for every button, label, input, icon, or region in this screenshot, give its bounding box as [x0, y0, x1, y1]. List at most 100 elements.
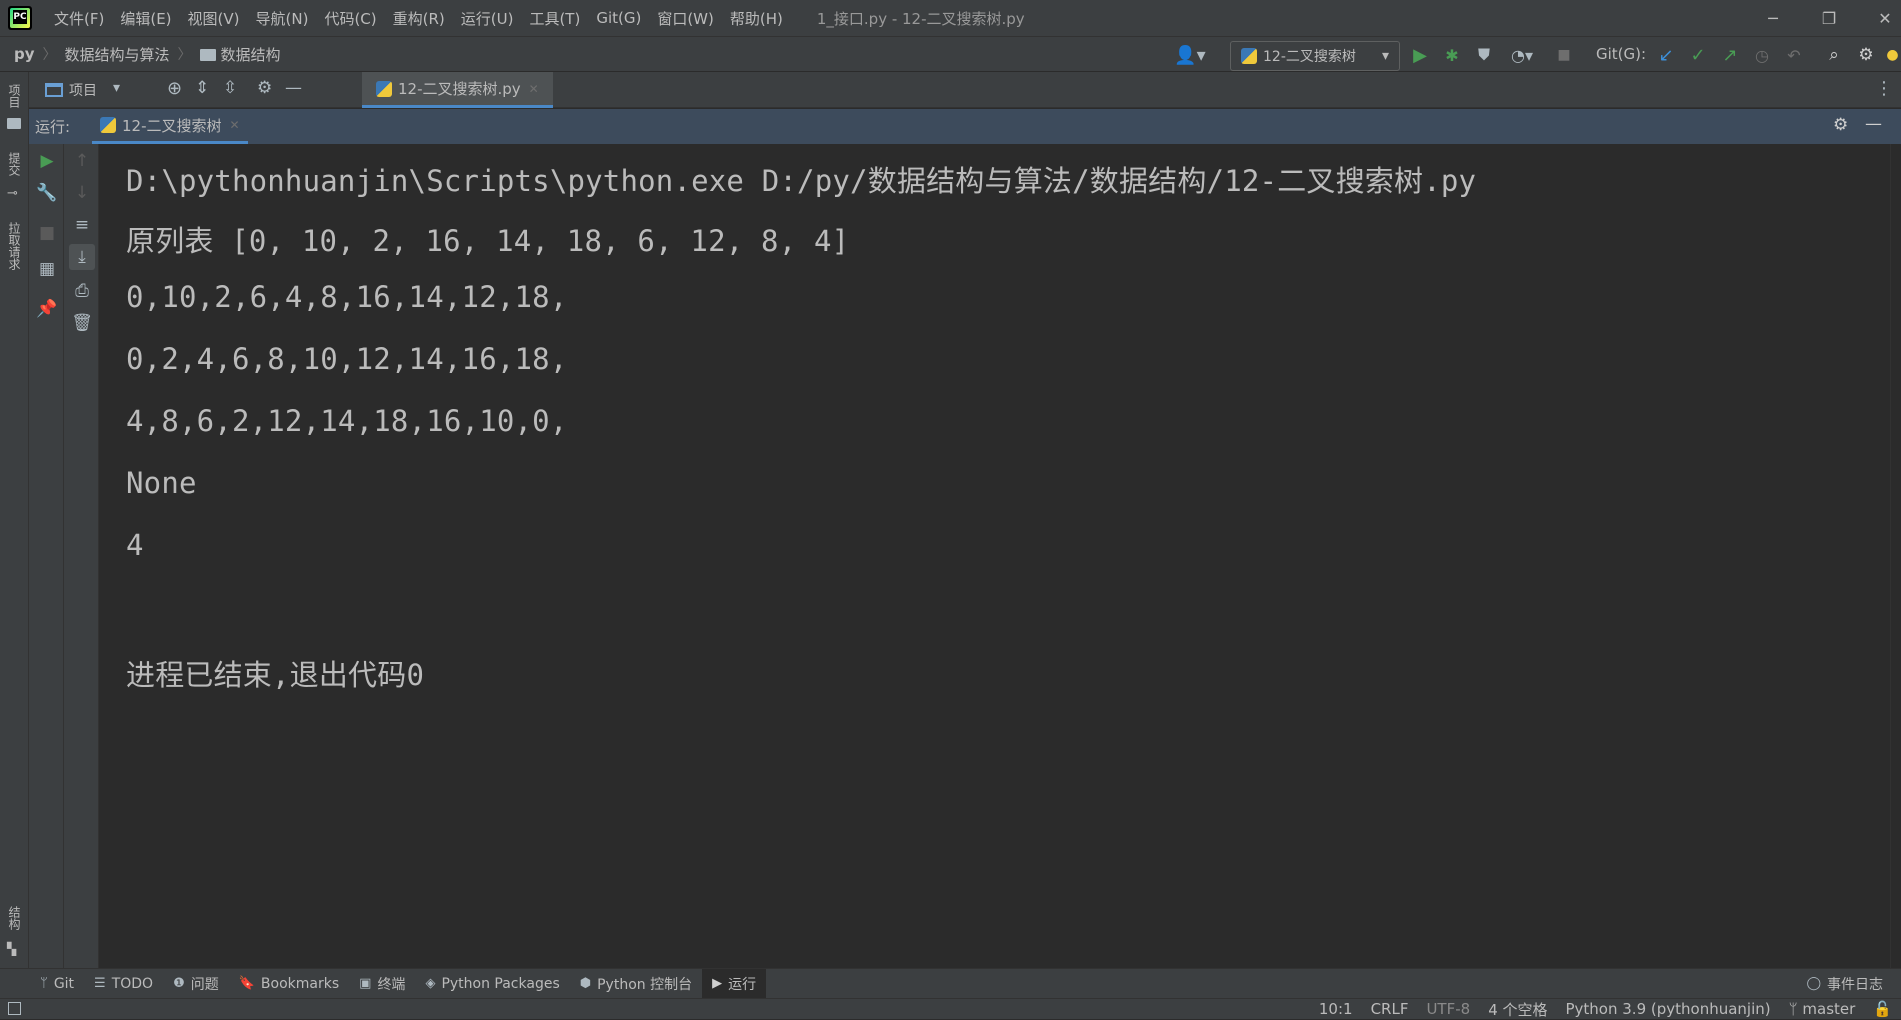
history-icon[interactable]: ◷	[1750, 43, 1774, 67]
coverage-icon[interactable]: ⛊	[1472, 43, 1496, 67]
user-account-icon[interactable]: 👤▾	[1172, 43, 1208, 67]
menu-file[interactable]: 文件(F)	[46, 8, 112, 29]
toggle-tool-windows-icon[interactable]	[8, 1002, 21, 1015]
settings-gear-icon[interactable]: ⚙	[257, 78, 272, 98]
tool-git[interactable]: ᛘ Git	[30, 969, 84, 999]
lock-icon[interactable]: 🔓	[1864, 1000, 1901, 1018]
bottom-tool-window-bar: ᛘ Git ☰ TODO ❶ 问题 🔖 Bookmarks ▣ 终端 ◈ Python Pa…	[0, 968, 1901, 999]
menu-view[interactable]: 视图(V)	[180, 8, 248, 29]
menu-navigate[interactable]: 导航(N)	[248, 8, 317, 29]
indent-setting[interactable]: 4 个空格	[1479, 999, 1556, 1020]
menu-run[interactable]: 运行(U)	[453, 8, 522, 29]
breadcrumb-folder[interactable]: 数据结构与算法	[65, 44, 170, 65]
restore-icon[interactable]: ❐	[1806, 0, 1852, 36]
close-tab-icon[interactable]: ✕	[230, 118, 240, 132]
commit-stripe-button[interactable]: 提交	[6, 152, 23, 176]
pull-requests-stripe-button[interactable]: 拉取请求	[6, 222, 23, 270]
more-options-icon[interactable]: ⋮	[1875, 78, 1893, 99]
soft-wrap-icon[interactable]: ≡	[69, 212, 95, 238]
close-tab-icon[interactable]: ✕	[529, 82, 539, 96]
print-icon[interactable]: ⎙	[69, 278, 95, 304]
settings-gear-icon[interactable]: ⚙	[1854, 43, 1878, 67]
menu-git[interactable]: Git(G)	[588, 9, 649, 27]
arrow-down-icon[interactable]: ↓	[69, 180, 95, 206]
chevron-down-icon[interactable]: ▾	[113, 80, 120, 96]
console-line: None	[126, 466, 197, 500]
console-line: 0,2,4,6,8,10,12,14,16,18,	[126, 342, 568, 376]
git-update-icon[interactable]: ↙	[1654, 43, 1678, 67]
packages-icon: ◈	[425, 976, 436, 991]
menu-tools[interactable]: 工具(T)	[521, 8, 588, 29]
close-icon[interactable]: ✕	[1862, 0, 1901, 36]
pycharm-logo-icon: PC	[8, 6, 32, 30]
console-output[interactable]: D:\pythonhuanjin\Scripts\python.exe D:/p…	[100, 144, 1890, 968]
tool-problems[interactable]: ❶ 问题	[163, 969, 229, 999]
run-icon[interactable]: ▶	[1408, 43, 1432, 67]
collapse-all-icon[interactable]: ⇳	[223, 78, 237, 98]
search-icon[interactable]: ⌕	[1822, 43, 1846, 67]
editor-tab[interactable]: 12-二叉搜索树.py ✕	[362, 72, 553, 108]
run-tab[interactable]: 12-二叉搜索树 ✕	[92, 109, 248, 144]
pin-icon[interactable]: 📌	[34, 296, 60, 322]
project-stripe-button[interactable]: 项目	[6, 84, 23, 108]
navigation-bar: py 〉 数据结构与算法 〉 数据结构 👤▾ 12-二叉搜索树 ▾ ▶ ✱ ⛊ …	[0, 36, 1901, 72]
git-branch[interactable]: ᛘ master	[1780, 1000, 1865, 1018]
git-label: Git(G):	[1596, 45, 1647, 63]
tool-terminal[interactable]: ▣ 终端	[349, 969, 415, 999]
tool-python-packages[interactable]: ◈ Python Packages	[415, 969, 569, 999]
run-toolbar-secondary: ↑ ↓ ≡ ⤓ ⎙ 🗑	[64, 144, 99, 968]
minimize-icon[interactable]: ─	[1750, 0, 1796, 36]
run-panel-header: 运行: 12-二叉搜索树 ✕ ⚙ —	[29, 109, 1901, 144]
chevron-right-icon: 〉	[177, 47, 192, 63]
git-commit-icon[interactable]: ✓	[1686, 43, 1710, 67]
rollback-icon[interactable]: ↶	[1782, 43, 1806, 67]
event-log-button[interactable]: ◯ 事件日志	[1796, 969, 1893, 999]
console-line: 4	[126, 528, 144, 562]
console-line: 进程已结束,退出代码0	[126, 658, 425, 692]
tool-bookmarks[interactable]: 🔖 Bookmarks	[229, 969, 349, 999]
profile-icon[interactable]: ◔▾	[1504, 43, 1540, 67]
menu-edit[interactable]: 编辑(E)	[112, 8, 179, 29]
tool-python-console[interactable]: ⬢ Python 控制台	[570, 969, 702, 999]
chevron-right-icon: 〉	[42, 47, 57, 63]
vertical-scrollbar[interactable]	[1890, 144, 1901, 968]
breadcrumb-root[interactable]: py	[14, 45, 35, 63]
modify-config-wrench-icon[interactable]: 🔧	[34, 180, 60, 206]
layout-icon[interactable]: ▦	[34, 256, 60, 282]
tool-run[interactable]: ▶ 运行	[702, 968, 767, 999]
ide-update-icon[interactable]: ●	[1884, 43, 1901, 67]
project-window-icon	[45, 83, 63, 97]
stop-icon[interactable]: ■	[1552, 43, 1576, 67]
rerun-icon[interactable]: ▶	[34, 148, 60, 174]
python-interpreter[interactable]: Python 3.9 (pythonhuanjin)	[1557, 1000, 1780, 1018]
git-branch-icon: ᛘ	[40, 976, 48, 991]
structure-stripe-button[interactable]: 结构	[6, 906, 23, 930]
debug-icon[interactable]: ✱	[1440, 43, 1464, 67]
git-branch-icon: ᛘ	[1788, 1000, 1803, 1018]
caret-position[interactable]: 10:1	[1310, 1000, 1362, 1018]
event-log-icon: ◯	[1806, 976, 1821, 991]
menu-refactor[interactable]: 重构(R)	[385, 8, 453, 29]
menu-help[interactable]: 帮助(H)	[722, 8, 791, 29]
hide-minus-icon[interactable]: —	[285, 78, 302, 98]
scroll-to-end-icon[interactable]: ⤓	[69, 244, 95, 270]
hide-minus-icon[interactable]: —	[1865, 114, 1882, 134]
locate-crosshair-icon[interactable]: ⊕	[167, 78, 182, 99]
project-panel-label[interactable]: 项目	[69, 80, 97, 100]
tool-todo[interactable]: ☰ TODO	[84, 969, 163, 999]
breadcrumb-folder[interactable]: 数据结构	[199, 44, 281, 65]
clear-trash-icon[interactable]: 🗑	[69, 310, 95, 336]
file-encoding[interactable]: UTF-8	[1417, 1000, 1479, 1018]
expand-all-icon[interactable]: ⇕	[195, 78, 209, 98]
menu-window[interactable]: 窗口(W)	[649, 8, 722, 29]
arrow-up-icon[interactable]: ↑	[69, 148, 95, 174]
tool-window-header: 项目 ▾ ⊕ ⇕ ⇳ ⚙ — 12-二叉搜索树.py ✕ ⋮	[29, 72, 1901, 108]
settings-gear-icon[interactable]: ⚙	[1833, 115, 1848, 135]
left-tool-stripe: 项目 提交 ⊸ 拉取请求 结构 ▚	[0, 72, 29, 968]
menu-code[interactable]: 代码(C)	[316, 8, 384, 29]
run-panel-label: 运行:	[35, 118, 71, 136]
line-separator[interactable]: CRLF	[1362, 1000, 1418, 1018]
stop-icon[interactable]: ■	[34, 220, 60, 246]
git-push-icon[interactable]: ↗	[1718, 43, 1742, 67]
run-configuration-select[interactable]: 12-二叉搜索树 ▾	[1230, 41, 1400, 71]
